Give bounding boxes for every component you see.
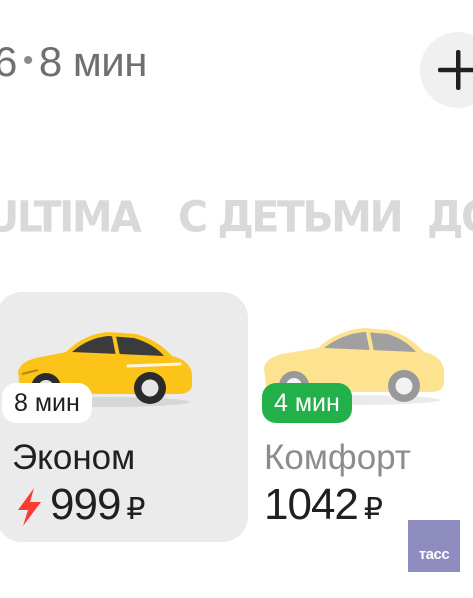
plus-icon: [438, 50, 473, 90]
currency-ruble: ₽: [363, 493, 383, 526]
price-value-economy: 999: [50, 480, 121, 529]
tariff-card-comfort[interactable]: 4 мин Комфорт 1042 ₽: [252, 292, 473, 542]
eta-badge-comfort: 4 мин: [262, 383, 352, 423]
category-ultima[interactable]: ULTIMA: [0, 192, 142, 242]
add-stop-button[interactable]: [420, 32, 473, 108]
tass-watermark-logo: тасс: [408, 520, 460, 572]
price-comfort: 1042 ₽: [264, 480, 383, 530]
route-duration: 8 мин: [38, 38, 148, 85]
route-eta: 6 • 8 мин: [0, 38, 147, 86]
tariff-categories: ULTIMA С ДЕТЬМИ ДО: [0, 192, 473, 251]
currency-ruble: ₽: [126, 493, 145, 526]
price-value-comfort: 1042: [264, 480, 359, 529]
category-with-kids[interactable]: С ДЕТЬМИ: [178, 192, 404, 242]
route-separator: •: [22, 44, 34, 77]
price-economy: 999 ₽: [50, 480, 146, 530]
route-left-fragment: 6: [0, 38, 17, 85]
lightning-icon: [18, 488, 41, 526]
tariff-card-economy[interactable]: 8 мин Эконом 999 ₽: [0, 292, 248, 542]
eta-badge-economy: 8 мин: [2, 383, 92, 423]
tariff-name-economy: Эконом: [12, 438, 136, 477]
category-partial[interactable]: ДО: [427, 192, 473, 242]
tariff-name-comfort: Комфорт: [264, 438, 411, 477]
